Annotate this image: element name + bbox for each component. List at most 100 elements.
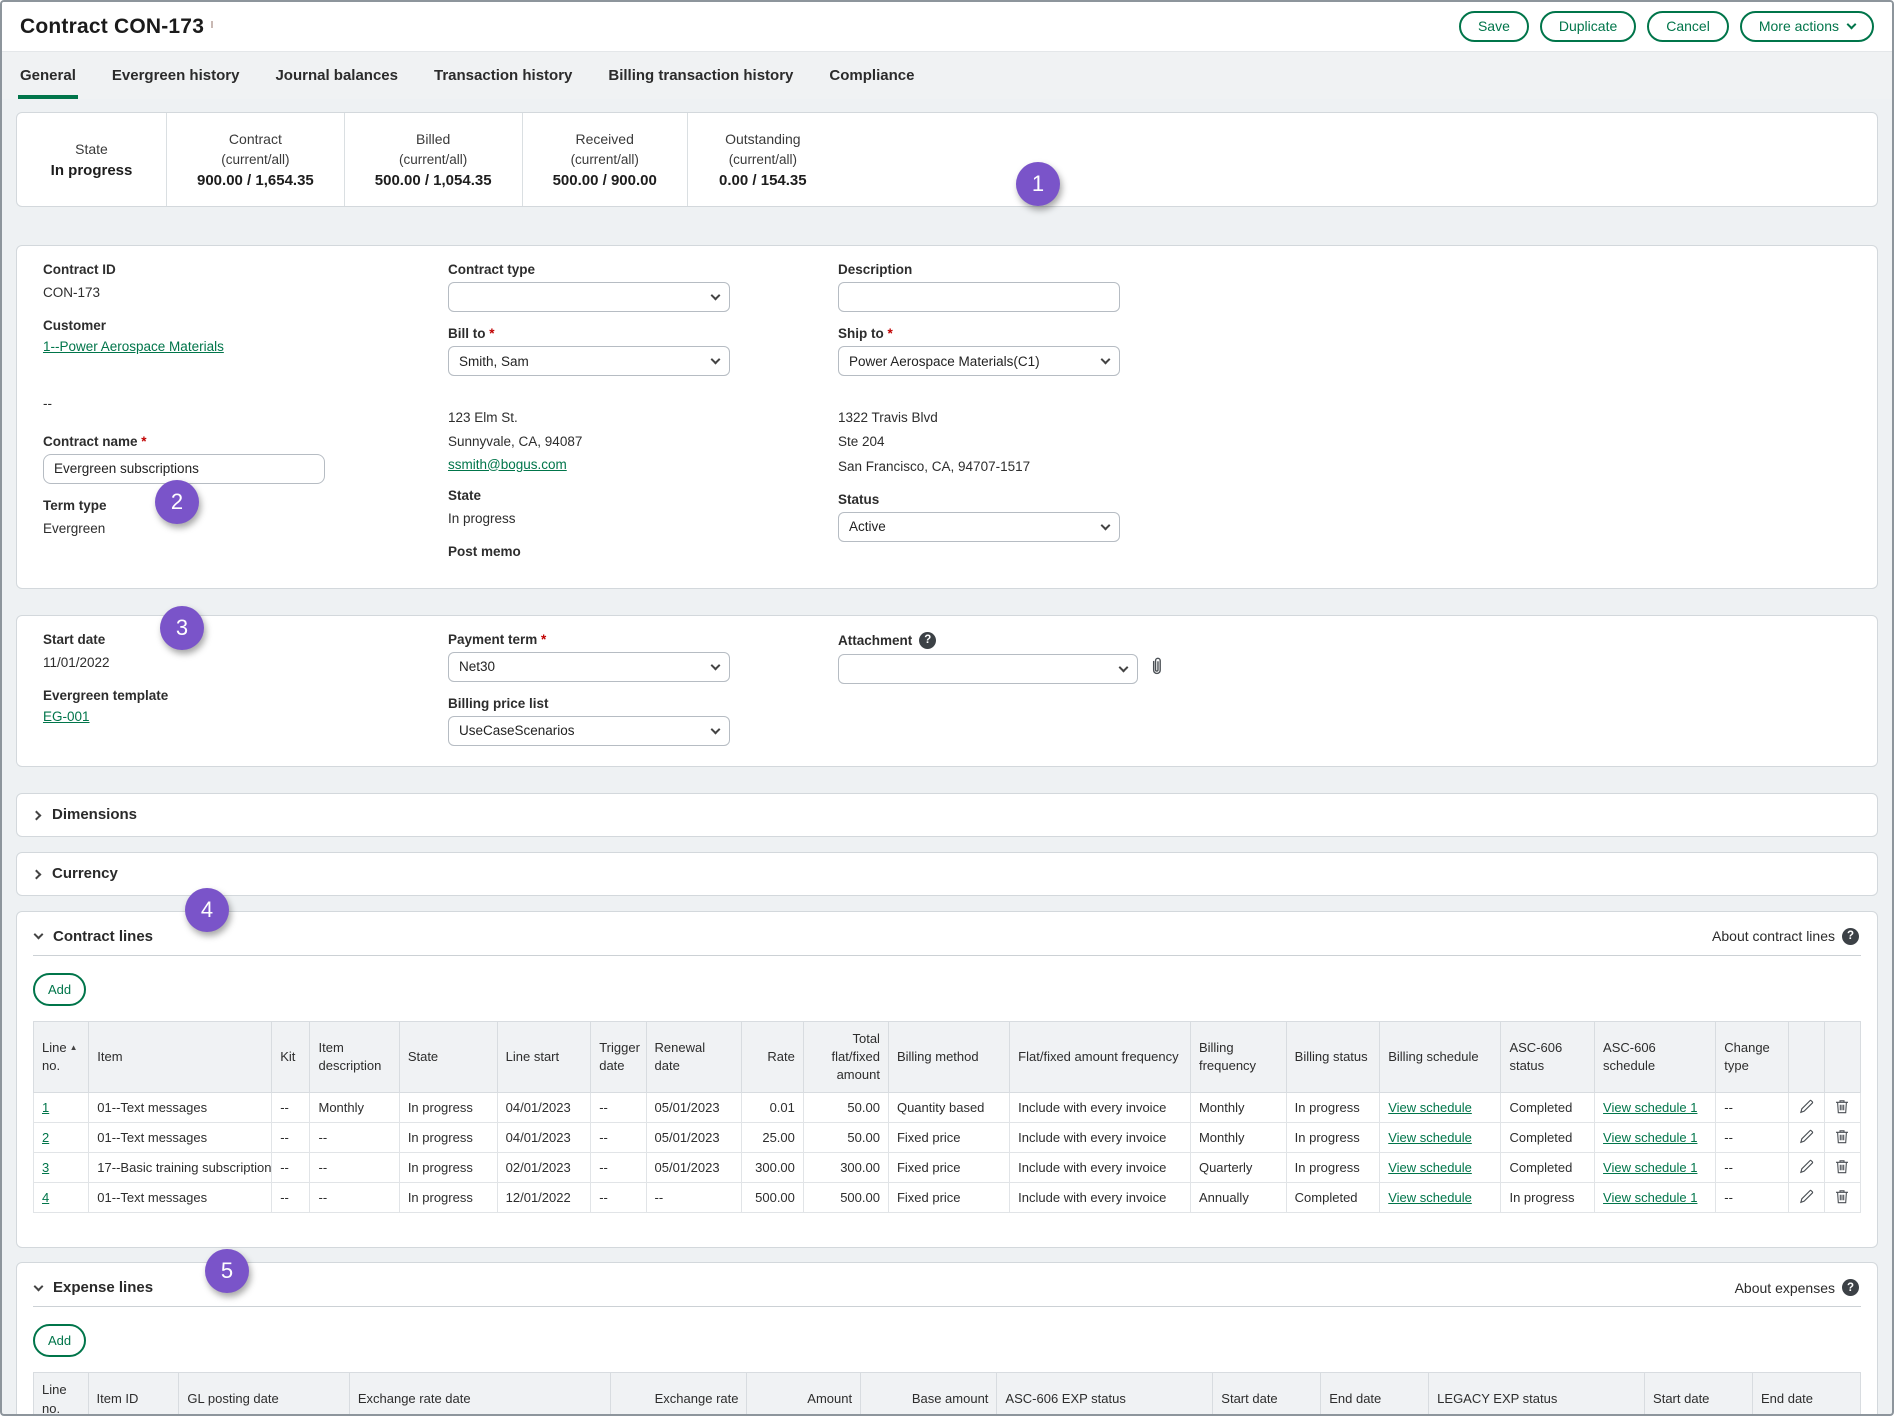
view-schedule-link[interactable]: View schedule (1388, 1190, 1472, 1205)
delete-icon[interactable] (1824, 1093, 1860, 1123)
column-header[interactable]: Exchange rate date (349, 1373, 610, 1416)
table-cell: View schedule 1 (1595, 1153, 1716, 1183)
edit-icon[interactable] (1788, 1093, 1824, 1123)
dimensions-section-title: Dimensions (52, 806, 137, 823)
contract-lines-toggle[interactable]: Contract lines (35, 928, 153, 945)
column-header[interactable]: End date (1321, 1373, 1429, 1416)
paperclip-icon[interactable] (1148, 657, 1165, 681)
table-cell: Monthly (1190, 1123, 1286, 1153)
table-row: 101--Text messages--MonthlyIn progress04… (34, 1093, 1861, 1123)
tab-bar: General Evergreen history Journal balances… (2, 52, 1892, 99)
edit-icon[interactable] (1788, 1153, 1824, 1183)
edit-icon[interactable] (1788, 1183, 1824, 1213)
table-row: 317--Basic training subscription----In p… (34, 1153, 1861, 1183)
customer-link[interactable]: 1--Power Aerospace Materials (43, 339, 224, 354)
currency-section-toggle[interactable]: Currency (16, 852, 1878, 896)
table-cell: Quarterly (1190, 1153, 1286, 1183)
tab-billing-transaction-history[interactable]: Billing transaction history (608, 52, 793, 99)
column-header[interactable]: Line▲no. (34, 1021, 89, 1093)
view-schedule-link[interactable]: View schedule (1388, 1130, 1472, 1145)
table-cell: In progress (399, 1123, 497, 1153)
help-icon[interactable]: ? (919, 632, 936, 649)
contract-name-input[interactable]: Evergreen subscriptions (43, 454, 325, 484)
tab-compliance[interactable]: Compliance (829, 52, 914, 99)
bill-email-link[interactable]: ssmith@bogus.com (448, 457, 567, 472)
column-header[interactable]: State (399, 1021, 497, 1093)
duplicate-button[interactable]: Duplicate (1540, 11, 1636, 42)
column-header[interactable]: Start date (1645, 1373, 1753, 1416)
save-button[interactable]: Save (1459, 11, 1529, 42)
dates-card: Start date 11/01/2022 Evergreen template… (16, 615, 1878, 767)
table-cell: Completed (1501, 1093, 1595, 1123)
view-asc606-schedule-link[interactable]: View schedule 1 (1603, 1100, 1697, 1115)
column-header[interactable]: Rate (742, 1021, 804, 1093)
contract-type-select[interactable] (448, 282, 730, 312)
payment-term-select[interactable]: Net30 (448, 652, 730, 682)
description-input[interactable] (838, 282, 1120, 312)
column-header[interactable]: GL posting date (179, 1373, 349, 1416)
evergreen-template-link[interactable]: EG-001 (43, 709, 90, 724)
column-header[interactable]: Billing status (1286, 1021, 1380, 1093)
view-asc606-schedule-link[interactable]: View schedule 1 (1603, 1190, 1697, 1205)
ship-to-select[interactable]: Power Aerospace Materials(C1) (838, 346, 1120, 376)
column-header[interactable]: Kit (272, 1021, 310, 1093)
more-actions-button[interactable]: More actions (1740, 11, 1874, 42)
column-header[interactable]: Item ID (88, 1373, 179, 1416)
column-header[interactable]: Renewal date (646, 1021, 742, 1093)
view-asc606-schedule-link[interactable]: View schedule 1 (1603, 1130, 1697, 1145)
column-header[interactable]: Total flat/fixed amount (803, 1021, 888, 1093)
column-header[interactable]: Item (89, 1021, 272, 1093)
column-header[interactable]: Trigger date (591, 1021, 646, 1093)
column-header[interactable]: Billing frequency (1190, 1021, 1286, 1093)
column-header[interactable]: ASC-606 schedule (1595, 1021, 1716, 1093)
column-header[interactable]: Change type (1716, 1021, 1788, 1093)
chevron-down-icon (34, 930, 44, 940)
table-cell: 4 (34, 1183, 89, 1213)
tab-evergreen-history[interactable]: Evergreen history (112, 52, 240, 99)
column-header[interactable]: Billing schedule (1380, 1021, 1501, 1093)
view-schedule-link[interactable]: View schedule (1388, 1100, 1472, 1115)
dimensions-section-toggle[interactable]: Dimensions (16, 793, 1878, 837)
view-asc606-schedule-link[interactable]: View schedule 1 (1603, 1160, 1697, 1175)
column-header[interactable]: End date (1752, 1373, 1860, 1416)
billing-price-list-select[interactable]: UseCaseScenarios (448, 716, 730, 746)
column-header[interactable]: Item description (310, 1021, 399, 1093)
expense-lines-toggle[interactable]: Expense lines (35, 1279, 153, 1296)
line-number-link[interactable]: 4 (42, 1190, 49, 1205)
help-icon[interactable]: ? (1842, 1279, 1859, 1296)
add-expense-line-button[interactable]: Add (33, 1324, 86, 1357)
column-header[interactable]: Flat/fixed amount frequency (1010, 1021, 1191, 1093)
delete-icon[interactable] (1824, 1153, 1860, 1183)
column-header[interactable]: Line start (497, 1021, 591, 1093)
help-icon[interactable]: ? (1842, 928, 1859, 945)
tab-transaction-history[interactable]: Transaction history (434, 52, 572, 99)
column-header[interactable]: Line no. (34, 1373, 89, 1416)
column-header[interactable]: Amount (747, 1373, 861, 1416)
line-number-link[interactable]: 2 (42, 1130, 49, 1145)
cancel-button[interactable]: Cancel (1647, 11, 1729, 42)
column-header[interactable]: Billing method (888, 1021, 1009, 1093)
column-header[interactable]: LEGACY EXP status (1429, 1373, 1645, 1416)
tab-journal-balances[interactable]: Journal balances (275, 52, 398, 99)
annotation-badge-5: 5 (205, 1249, 249, 1293)
summary-item: Contract(current/all)900.00 / 1,654.35 (167, 113, 345, 206)
view-schedule-link[interactable]: View schedule (1388, 1160, 1472, 1175)
line-number-link[interactable]: 1 (42, 1100, 49, 1115)
column-header[interactable]: Exchange rate (611, 1373, 747, 1416)
edit-icon[interactable] (1788, 1123, 1824, 1153)
attachment-select[interactable] (838, 654, 1138, 684)
column-header[interactable]: ASC-606 EXP status (997, 1373, 1213, 1416)
status-select[interactable]: Active (838, 512, 1120, 542)
bill-to-select[interactable]: Smith, Sam (448, 346, 730, 376)
delete-icon[interactable] (1824, 1123, 1860, 1153)
delete-icon[interactable] (1824, 1183, 1860, 1213)
summary-item: Billed(current/all)500.00 / 1,054.35 (345, 113, 523, 206)
tab-general[interactable]: General (20, 52, 76, 99)
table-cell: View schedule (1380, 1183, 1501, 1213)
add-contract-line-button[interactable]: Add (33, 973, 86, 1006)
contract-name-label: Contract name (43, 434, 448, 449)
line-number-link[interactable]: 3 (42, 1160, 49, 1175)
column-header[interactable]: Start date (1213, 1373, 1321, 1416)
column-header[interactable]: Base amount (861, 1373, 997, 1416)
column-header[interactable]: ASC-606 status (1501, 1021, 1595, 1093)
